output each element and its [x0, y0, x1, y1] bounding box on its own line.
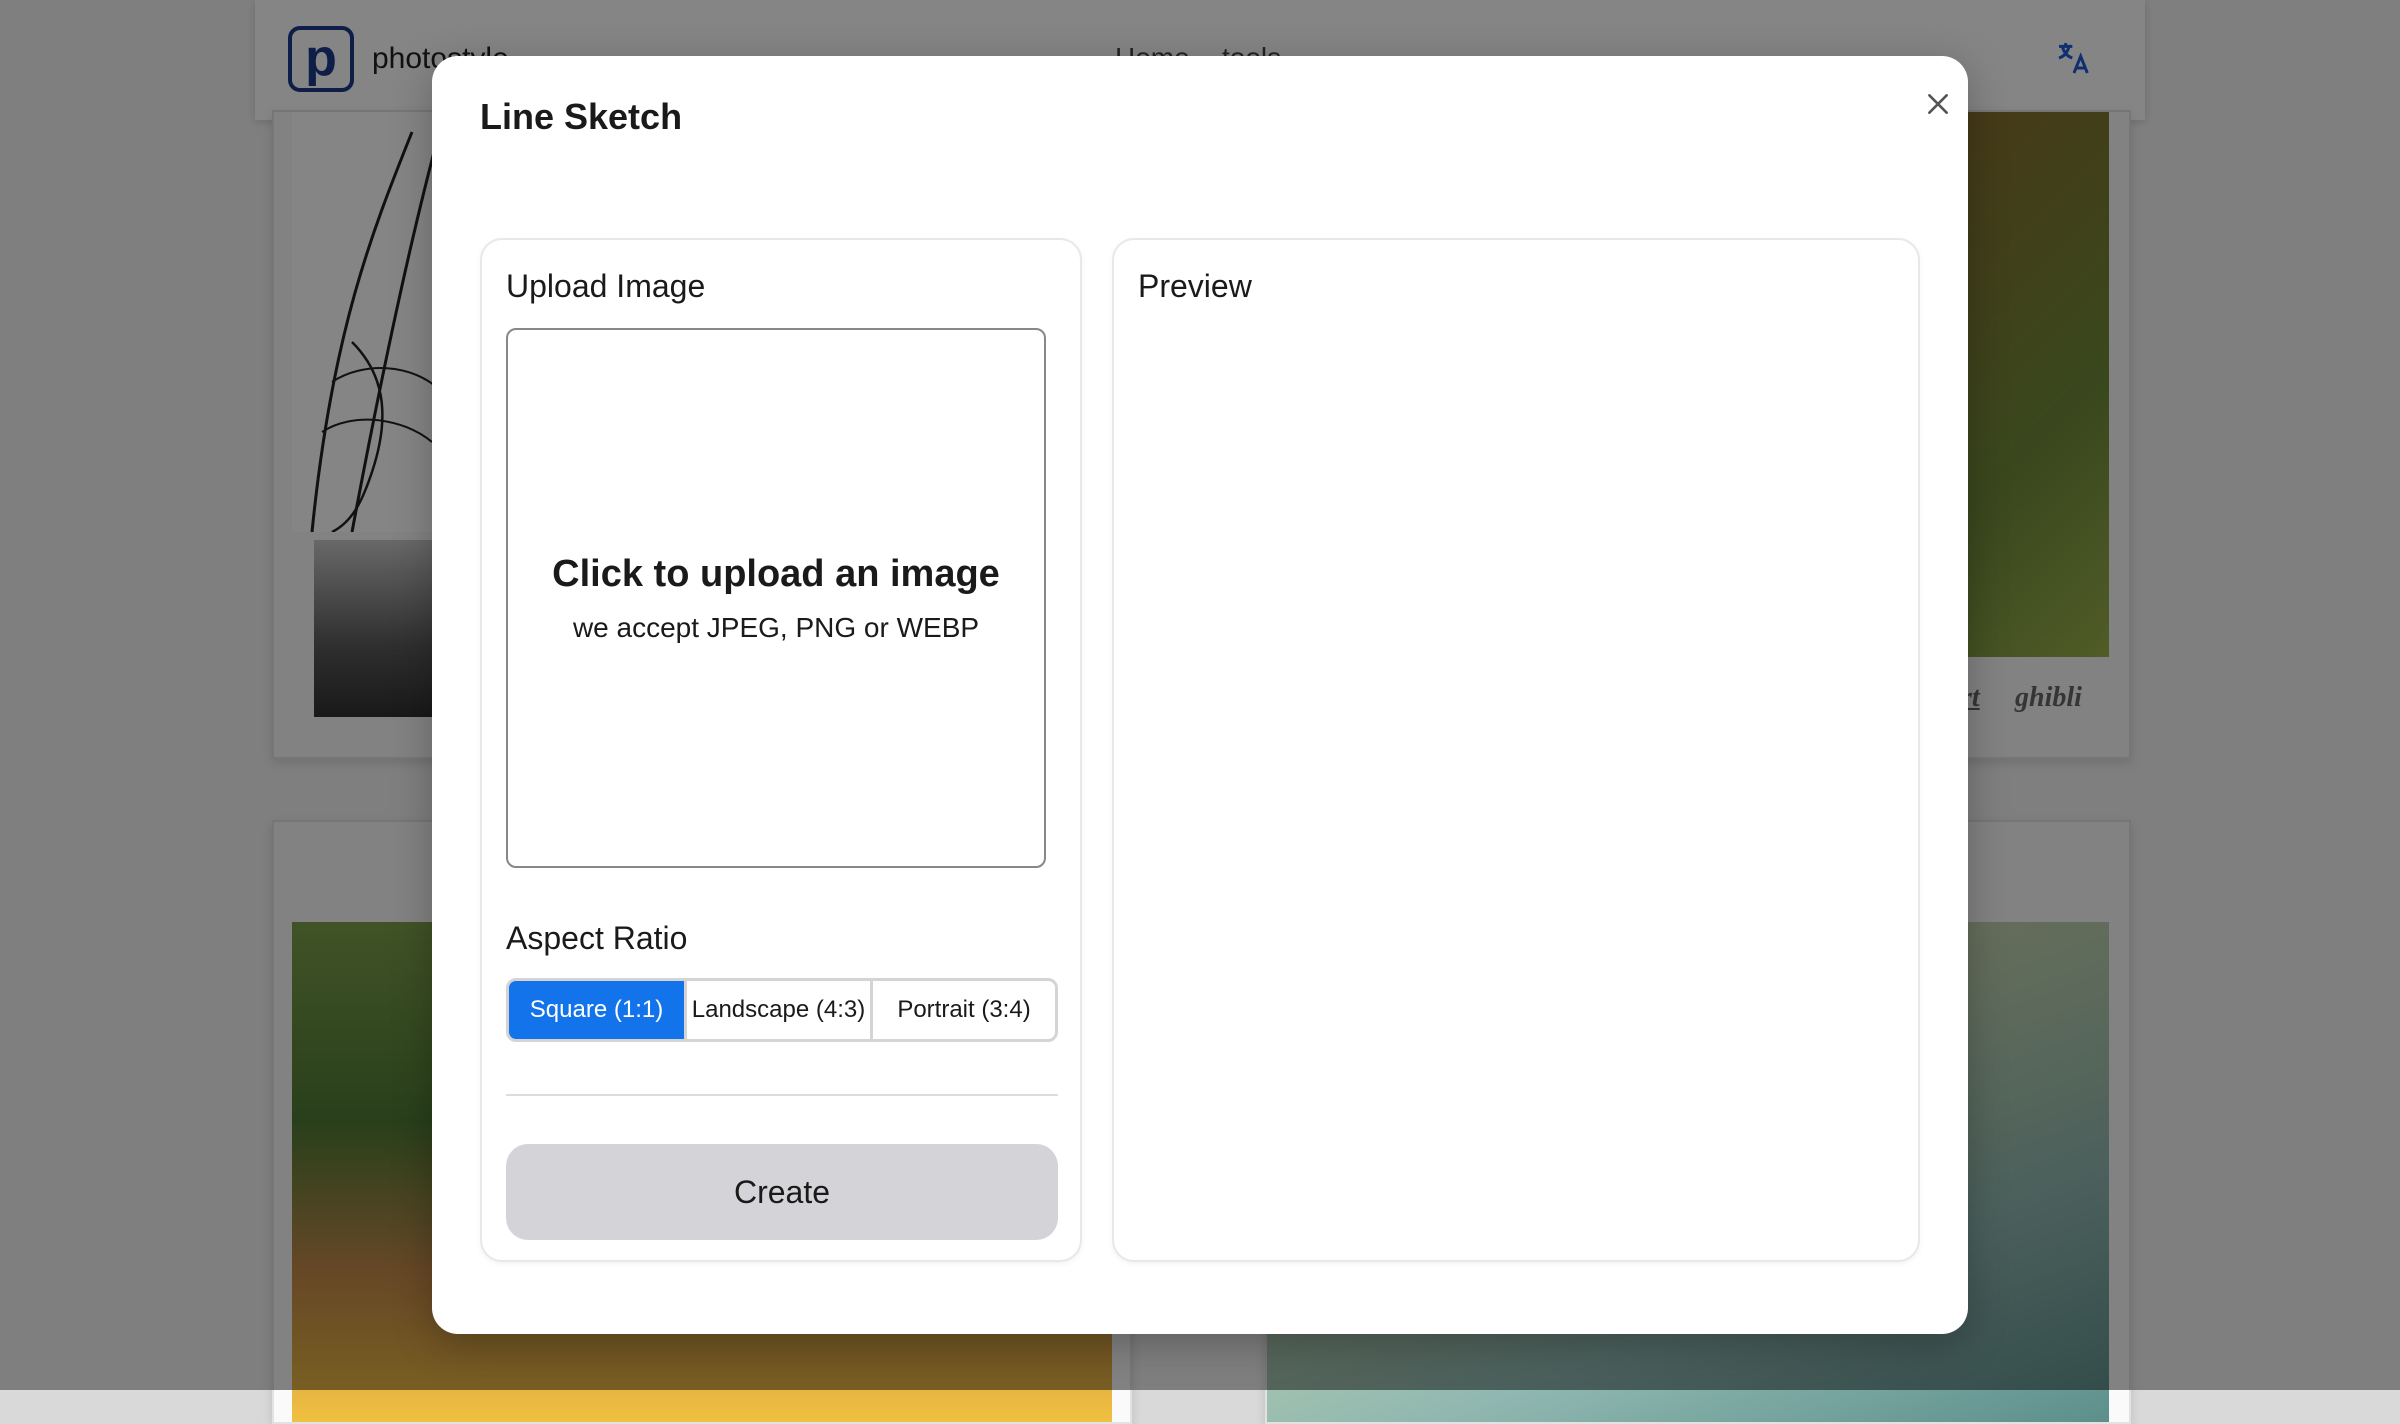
upload-panel: Upload Image Click to upload an image we… — [480, 238, 1082, 1262]
preview-heading: Preview — [1138, 268, 1252, 304]
close-button[interactable] — [1912, 78, 1964, 130]
upload-prompt[interactable]: Click to upload an image — [552, 553, 1000, 596]
aspect-ratio-label: Aspect Ratio — [506, 920, 688, 956]
modal-title: Line Sketch — [480, 96, 683, 137]
preview-panel: Preview — [1112, 238, 1920, 1262]
line-sketch-modal: Line Sketch Upload Image Click to upload… — [432, 56, 1968, 1334]
aspect-portrait-button[interactable]: Portrait (3:4) — [873, 981, 1055, 1039]
accepted-formats: we accept JPEG, PNG or WEBP — [572, 611, 980, 643]
aspect-square-button[interactable]: Square (1:1) — [509, 981, 687, 1039]
divider — [506, 1094, 1058, 1096]
close-icon[interactable] — [1925, 91, 1951, 117]
create-button[interactable]: Create — [506, 1144, 1058, 1240]
aspect-landscape-button[interactable]: Landscape (4:3) — [687, 981, 873, 1039]
upload-dropzone[interactable]: Click to upload an image we accept JPEG,… — [506, 328, 1046, 868]
upload-heading: Upload Image — [506, 268, 706, 304]
aspect-ratio-selector: Square (1:1) Landscape (4:3) Portrait (3… — [506, 978, 1058, 1042]
